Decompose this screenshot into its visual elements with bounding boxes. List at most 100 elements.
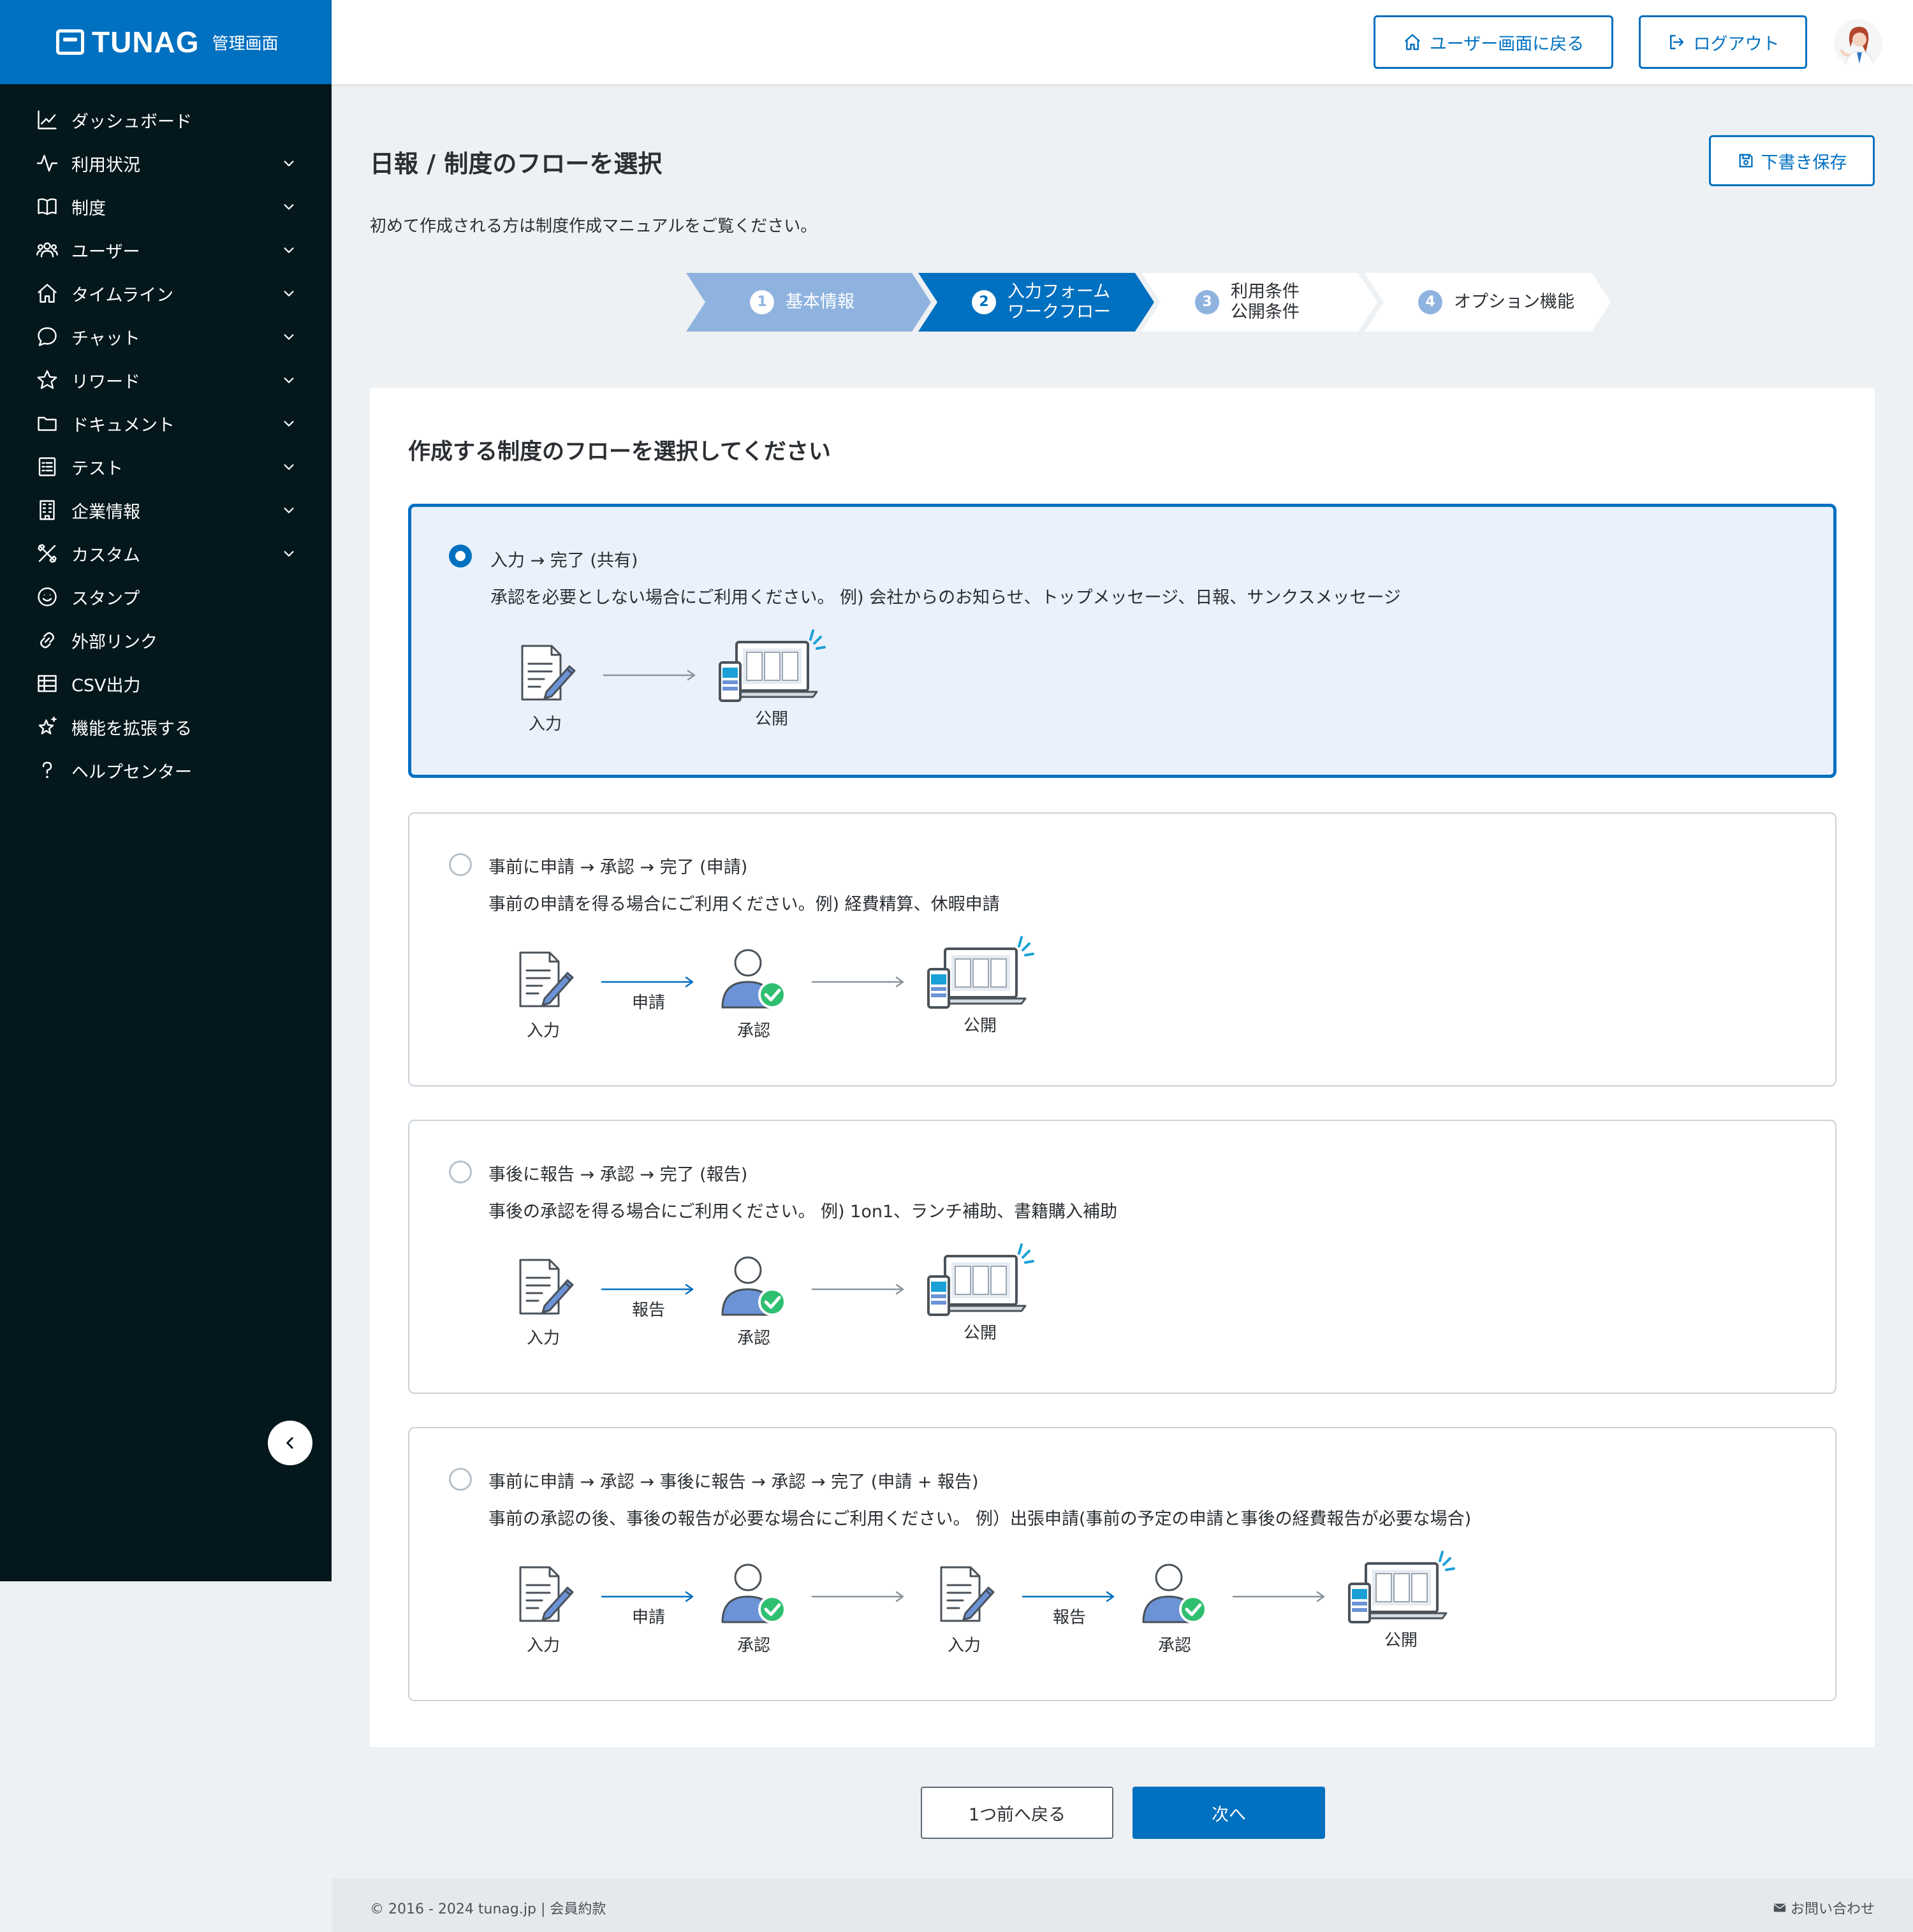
flow-node-label: 入力 [528,715,562,734]
users-icon [36,238,59,261]
sparkle-star-icon [36,715,59,738]
collapse-sidebar-button[interactable] [268,1421,312,1465]
chevron-down-icon [284,247,294,253]
brand-logo[interactable]: TUNAG 管理画面 [0,0,332,84]
arrow-right-icon [601,1591,694,1602]
flow-node: 入力 [505,948,582,1041]
folder-icon [36,412,59,435]
step-label-line2: ワークフロー [1008,302,1111,322]
logout-icon [1669,34,1683,50]
sidebar-item-10[interactable]: カスタム [0,532,332,575]
flow-node-label: 承認 [1157,1636,1191,1655]
option-description: 事後の承認を得る場合にご利用ください。 例) 1on1、ランチ補助、書籍購入補助 [488,1202,1118,1222]
chevron-down-icon [284,291,294,296]
terms-link[interactable]: 会員約款 [550,1901,606,1917]
sidebar-item-2[interactable]: 制度 [0,185,332,228]
sidebar-nav: ダッシュボード 利用状況制度ユーザー タイムライン チャット リワード ドキュメント テスト… [0,84,332,792]
flow-node: 入力 [505,1562,582,1656]
flow-node-label: 承認 [737,1329,770,1348]
flow-node: 公開 [926,1242,1034,1343]
radio-button[interactable] [449,853,472,876]
radio-button[interactable] [449,1160,472,1183]
sidebar-item-11[interactable]: スタンプ [0,575,332,618]
step-1: 1 基本情報 [686,273,931,332]
option-title: 事前に申請 → 承認 → 事後に報告 → 承認 → 完了 (申請 + 報告) [488,1472,979,1492]
step-3: 3 利用条件 公開条件 [1141,273,1377,332]
document-pen-icon [511,1566,575,1628]
step-number: 3 [1195,290,1219,314]
flow-option-2[interactable]: 事前に申請 → 承認 → 完了 (申請) 事前の申請を得る場合にご利用ください。例… [408,812,1836,1087]
sidebar-item-13[interactable]: CSV出力 [0,662,332,705]
footer-left: © 2016 - 2024 tunag.jp | 会員約款 [370,1898,606,1918]
sidebar-item-0[interactable]: ダッシュボード [0,98,332,142]
radio-button[interactable] [449,545,472,567]
option-title: 事後に報告 → 承認 → 完了 (報告) [488,1165,748,1185]
intro-text: 初めて作成される方は制度作成マニュアルをご覧ください。 [370,217,817,236]
step-label-line1: 基本情報 [786,292,854,312]
step-label: オプション機能 [1454,292,1574,312]
draft-save-button[interactable]: 下書き保存 [1709,135,1875,186]
sidebar-item-label: カスタム [71,545,140,566]
radio-button[interactable] [449,1468,472,1491]
brand-sub: 管理画面 [212,34,279,54]
question-icon [36,759,59,782]
sidebar-item-label: 制度 [71,198,106,219]
flow-selection-card: 作成する制度のフローを選択してください 入力 → 完了 (共有) 承認を必要としな… [370,388,1875,1747]
option-description: 承認を必要としない場合にご利用ください。 例) 会社からのお知らせ、トップメッセ… [490,588,1401,608]
sidebar-item-3[interactable]: ユーザー [0,228,332,272]
sidebar-item-12[interactable]: 外部リンク [0,618,332,662]
flow-option-4[interactable]: 事前に申請 → 承認 → 事後に報告 → 承認 → 完了 (申請 + 報告) 事前… [408,1427,1836,1701]
building-icon [36,499,59,522]
user-screen-button[interactable]: ユーザー画面に戻る [1374,15,1613,69]
flow-option-1[interactable]: 入力 → 完了 (共有) 承認を必要としない場合にご利用ください。 例) 会社から… [408,504,1836,778]
sidebar-item-8[interactable]: テスト [0,445,332,488]
flow-node: 入力 [926,1562,1002,1656]
sidebar-item-5[interactable]: チャット [0,315,332,358]
sidebar-item-7[interactable]: ドキュメント [0,402,332,445]
flow-arrow-label: 報告 [631,1301,665,1320]
flow-option-3[interactable]: 事後に報告 → 承認 → 完了 (報告) 事後の承認を得る場合にご利用ください。 … [408,1120,1836,1394]
document-pen-icon [932,1566,996,1628]
sidebar-item-1[interactable]: 利用状況 [0,142,332,185]
footer: © 2016 - 2024 tunag.jp | 会員約款 お問い合わせ [332,1878,1913,1932]
flow-node: 承認 [715,1255,792,1349]
home-icon [36,282,59,305]
sidebar-item-label: ヘルプセンター [71,762,192,782]
sidebar-item-4[interactable]: タイムライン [0,272,332,315]
sidebar-item-9[interactable]: 企業情報 [0,488,332,532]
sidebar-item-6[interactable]: リワード [0,358,332,402]
flow-node-label: 公開 [963,1016,997,1036]
draft-save-label: 下書き保存 [1761,152,1847,173]
sidebar: TUNAG 管理画面 ダッシュボード 利用状況制度ユーザー タイムライン チャット リワ… [0,0,332,1581]
flow-node: 承認 [715,1562,792,1656]
back-button[interactable]: 1つ前へ戻る [921,1787,1113,1839]
logout-button[interactable]: ログアウト [1639,15,1807,69]
chevron-down-icon [284,334,294,340]
sidebar-item-14[interactable]: 機能を拡張する [0,705,332,749]
flow-arrow: 申請 [601,976,696,1013]
flow-arrow [1232,1590,1328,1603]
link-icon [36,629,59,652]
sidebar-item-label: スタンプ [71,589,140,609]
step-label-line1: オプション機能 [1454,292,1574,312]
chevron-down-icon [284,161,294,166]
step-4: 4 オプション機能 [1365,273,1611,332]
avatar[interactable] [1834,19,1882,68]
avatar-icon [1840,27,1874,68]
chevron-left-icon [286,1437,293,1449]
chevron-down-icon [284,551,294,557]
step-indicator: 1 基本情報 2 入力フォーム ワークフロー 3 利用条件 公開条件 4 オプション機能 [686,273,1611,332]
contact-link[interactable]: お問い合わせ [1773,1898,1875,1918]
step-label-line1: 利用条件 [1231,282,1300,302]
flow-arrow [811,1283,907,1296]
chevron-down-icon [284,464,294,470]
flow-node-label: 承認 [737,1021,770,1041]
footer-site-link[interactable]: tunag.jp [478,1901,536,1917]
chat-bubble-icon [36,325,59,348]
page-title: 日報 / 制度のフローを選択 [370,150,663,178]
next-button[interactable]: 次へ [1132,1787,1325,1839]
sidebar-item-label: CSV出力 [71,675,141,696]
brand-name: TUNAG [92,26,200,59]
sidebar-item-15[interactable]: ヘルプセンター [0,749,332,792]
flow-node-label: 入力 [947,1636,981,1655]
